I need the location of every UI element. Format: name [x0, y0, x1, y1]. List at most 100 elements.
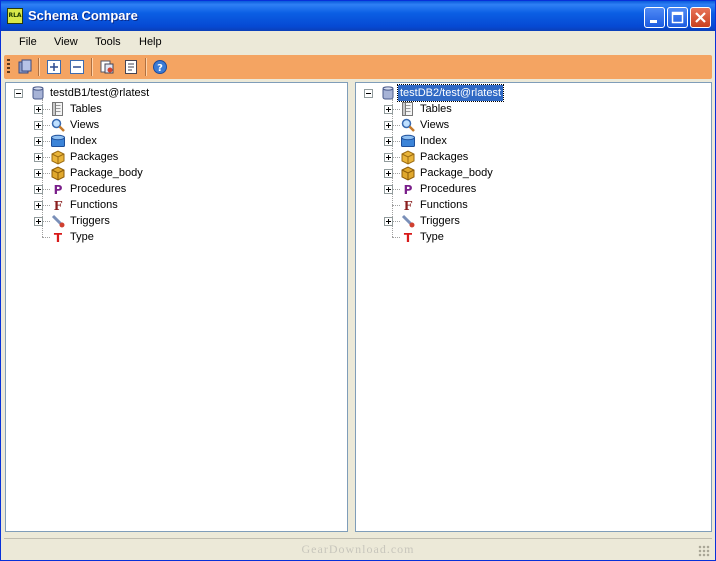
right-schema-tree[interactable]: testDB2/test@rlatest Tables Views Index Pack…	[355, 82, 712, 532]
expand-toggle[interactable]	[34, 121, 43, 130]
expand-all-icon[interactable]	[46, 59, 62, 75]
collapse-toggle[interactable]	[14, 89, 23, 98]
tree-connector	[392, 173, 400, 175]
tree-root-node[interactable]: testDB2/test@rlatest	[356, 84, 711, 102]
expand-toggle[interactable]	[384, 169, 393, 178]
close-button[interactable]	[690, 7, 711, 28]
tree-connector	[392, 205, 400, 207]
tree-node-type[interactable]: T Type	[6, 229, 347, 245]
tree-node-label: Procedures	[70, 183, 127, 195]
expand-toggle[interactable]	[34, 169, 43, 178]
tree-connector	[392, 237, 400, 239]
view-icon	[401, 118, 415, 132]
resize-grip-icon[interactable]	[698, 545, 710, 557]
package-icon	[401, 150, 415, 165]
expand-toggle[interactable]	[34, 105, 43, 114]
tree-node-functions[interactable]: F Functions	[356, 197, 711, 213]
compare-icon[interactable]	[99, 59, 115, 75]
tree-node-label: Functions	[70, 199, 118, 211]
menu-view[interactable]: View	[54, 36, 78, 48]
expand-toggle[interactable]	[34, 185, 43, 194]
function-icon: F	[54, 199, 63, 213]
tree-node-packages[interactable]: Packages	[6, 149, 347, 165]
tree-connector	[42, 157, 50, 159]
tree-node-functions[interactable]: F Functions	[6, 197, 347, 213]
tree-node-label: Index	[70, 135, 97, 147]
expand-toggle[interactable]	[384, 217, 393, 226]
tree-node-views[interactable]: Views	[6, 117, 347, 133]
tree-node-procedures[interactable]: P Procedures	[356, 181, 711, 197]
index-icon	[401, 134, 415, 147]
menu-file[interactable]: File	[19, 36, 37, 48]
tree-node-label: Views	[420, 119, 450, 131]
report-icon[interactable]	[123, 59, 139, 75]
expand-toggle[interactable]	[384, 137, 393, 146]
tree-connector	[42, 221, 50, 223]
svg-text:?: ?	[157, 63, 163, 74]
tree-connector	[42, 109, 50, 111]
database-icon-wrap	[30, 85, 46, 101]
node-icon-wrap	[50, 213, 66, 229]
tree-node-index[interactable]: Index	[6, 133, 347, 149]
tree-node-triggers[interactable]: Triggers	[356, 213, 711, 229]
node-icon-wrap	[400, 101, 416, 117]
tree-node-procedures[interactable]: P Procedures	[6, 181, 347, 197]
tree-node-type[interactable]: T Type	[356, 229, 711, 245]
tree-node-index[interactable]: Index	[356, 133, 711, 149]
expand-toggle[interactable]	[384, 153, 393, 162]
node-icon-wrap: T	[400, 229, 416, 245]
menu-help[interactable]: Help	[139, 36, 162, 48]
tree-root-node[interactable]: testdB1/test@rlatest	[6, 85, 347, 101]
svg-text:T: T	[404, 231, 413, 245]
title-bar[interactable]: RLA Schema Compare	[1, 1, 715, 31]
tree-node-package-body[interactable]: Package_body	[356, 165, 711, 181]
procedure-icon: P	[404, 183, 413, 197]
node-icon-wrap	[50, 165, 66, 181]
tree-node-triggers[interactable]: Triggers	[6, 213, 347, 229]
node-icon-wrap	[50, 101, 66, 117]
svg-text:P: P	[54, 183, 63, 197]
node-icon-wrap: F	[400, 197, 416, 213]
svg-text:P: P	[404, 183, 413, 197]
tree-node-label: Triggers	[70, 215, 110, 227]
expand-toggle[interactable]	[384, 121, 393, 130]
svg-text:T: T	[54, 231, 63, 245]
expand-toggle[interactable]	[34, 137, 43, 146]
status-bar: GearDownload.com	[4, 538, 712, 559]
node-icon-wrap	[50, 133, 66, 149]
tree-node-packages[interactable]: Packages	[356, 149, 711, 165]
collapse-all-icon[interactable]	[69, 59, 85, 75]
procedure-icon: P	[54, 183, 63, 197]
menu-bar: File View Tools Help	[1, 31, 715, 54]
toolbar-grip[interactable]	[7, 59, 10, 75]
node-icon-wrap: F	[50, 197, 66, 213]
tree-node-tables[interactable]: Tables	[356, 101, 711, 117]
left-schema-tree[interactable]: testdB1/test@rlatest Tables Views Index Pack…	[5, 82, 348, 532]
collapse-toggle[interactable]	[364, 89, 373, 98]
close-icon	[695, 12, 706, 23]
tree-node-package-body[interactable]: Package_body	[6, 165, 347, 181]
node-icon-wrap	[50, 149, 66, 165]
tree-node-label: Triggers	[420, 215, 460, 227]
minimize-button[interactable]	[644, 7, 665, 28]
database-icon	[32, 86, 44, 100]
expand-toggle[interactable]	[384, 105, 393, 114]
expand-toggle[interactable]	[384, 185, 393, 194]
tree-node-tables[interactable]: Tables	[6, 101, 347, 117]
maximize-button[interactable]	[667, 7, 688, 28]
menu-tools[interactable]: Tools	[95, 36, 121, 48]
help-icon[interactable]: ?	[152, 59, 168, 75]
tree-connector	[42, 205, 50, 207]
tree-node-label: Type	[420, 231, 444, 243]
view-icon	[51, 118, 65, 132]
package-icon	[51, 150, 65, 165]
expand-toggle[interactable]	[34, 153, 43, 162]
svg-text:F: F	[54, 199, 63, 213]
tree-node-views[interactable]: Views	[356, 117, 711, 133]
tree-node-label: Index	[420, 135, 447, 147]
tree-node-label: Views	[70, 119, 100, 131]
expand-toggle[interactable]	[34, 201, 43, 210]
expand-toggle[interactable]	[34, 217, 43, 226]
tree-node-label: Packages	[70, 151, 119, 163]
database-icon[interactable]	[17, 59, 33, 75]
